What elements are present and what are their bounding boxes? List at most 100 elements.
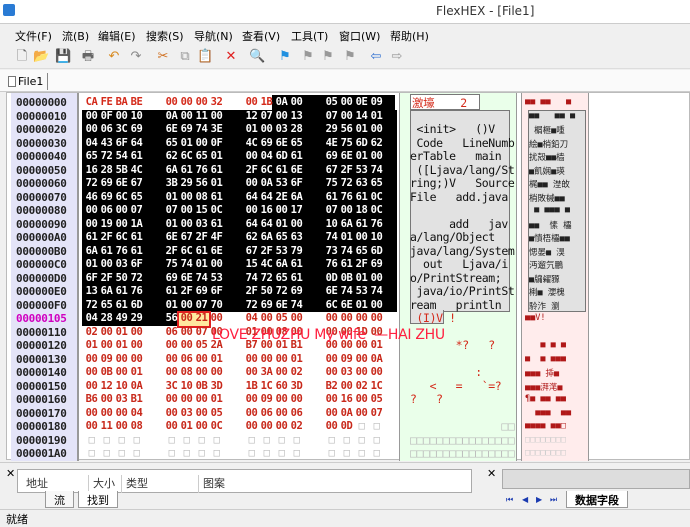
hex-byte[interactable]: 00 <box>259 123 274 135</box>
hex-byte[interactable]: 65 <box>129 191 144 203</box>
hex-byte[interactable]: 1C <box>259 380 274 392</box>
hex-byte[interactable]: 00 <box>369 123 384 135</box>
hex-byte[interactable]: 6A <box>259 231 274 243</box>
hex-byte[interactable]: 01 <box>369 110 384 122</box>
hex-byte[interactable]: 00 <box>99 258 114 270</box>
hex-byte[interactable]: 00 <box>209 312 224 324</box>
hex-byte[interactable]: 76 <box>194 164 209 176</box>
tab-stream[interactable]: 流 <box>45 491 74 508</box>
hex-byte[interactable]: 00 <box>179 204 194 216</box>
hex-byte[interactable]: 08 <box>179 366 194 378</box>
hex-byte[interactable]: 0E <box>354 96 369 108</box>
hex-byte[interactable]: 67 <box>129 177 144 189</box>
hex-byte[interactable]: □ <box>354 447 369 459</box>
hex-byte[interactable]: 01 <box>274 339 289 351</box>
hex-byte[interactable]: 72 <box>84 177 99 189</box>
hex-byte[interactable]: 69 <box>259 299 274 311</box>
forward-arrow-icon[interactable]: ⇨ <box>389 49 405 65</box>
hex-byte[interactable]: 06 <box>289 407 304 419</box>
hex-byte[interactable]: 02 <box>354 380 369 392</box>
hex-byte[interactable]: 74 <box>194 123 209 135</box>
hex-byte[interactable]: 60 <box>274 380 289 392</box>
hex-byte[interactable]: 11 <box>194 110 209 122</box>
hex-byte[interactable]: 00 <box>259 339 274 351</box>
hex-byte[interactable]: 01 <box>354 299 369 311</box>
hex-byte[interactable]: 2F <box>354 258 369 270</box>
hex-byte[interactable]: 00 <box>209 326 224 338</box>
hex-byte[interactable]: 00 <box>259 420 274 432</box>
hex-byte[interactable]: 49 <box>114 312 129 324</box>
hex-byte[interactable]: 2F <box>164 245 179 257</box>
new-file-icon[interactable]: 🗋 <box>14 49 30 65</box>
hex-byte[interactable]: 3C <box>164 380 179 392</box>
hex-byte[interactable]: 00 <box>339 110 354 122</box>
hex-byte[interactable]: 01 <box>164 299 179 311</box>
hex-byte[interactable]: 09 <box>99 353 114 365</box>
hex-byte[interactable]: □ <box>324 434 339 446</box>
hex-byte[interactable]: 75 <box>339 137 354 149</box>
hex-byte[interactable]: 0D <box>324 272 339 284</box>
hex-byte[interactable]: 03 <box>179 407 194 419</box>
hex-byte[interactable]: 00 <box>114 110 129 122</box>
hex-byte[interactable]: 00 <box>194 393 209 405</box>
hex-byte[interactable]: 00 <box>274 407 289 419</box>
hex-byte[interactable]: 00 <box>354 231 369 243</box>
find-icon[interactable]: 🔍 <box>249 49 265 65</box>
hex-byte[interactable]: 00 <box>324 353 339 365</box>
hex-byte[interactable]: 08 <box>274 326 289 338</box>
hex-byte[interactable]: 02 <box>289 366 304 378</box>
hex-byte[interactable]: 6E <box>274 299 289 311</box>
hex-byte[interactable]: 00 <box>274 420 289 432</box>
hex-byte[interactable]: 2F <box>244 164 259 176</box>
hex-byte[interactable]: 00 <box>244 204 259 216</box>
hex-byte[interactable]: 00 <box>354 393 369 405</box>
hex-byte[interactable]: 00 <box>339 96 354 108</box>
hex-byte[interactable]: 02 <box>84 326 99 338</box>
hex-byte[interactable]: 2F <box>259 245 274 257</box>
hex-byte[interactable]: 3A <box>259 366 274 378</box>
hex-byte[interactable]: 00 <box>259 326 274 338</box>
hex-byte[interactable]: 4E <box>324 137 339 149</box>
hex-byte[interactable]: □ <box>129 447 144 459</box>
hex-byte[interactable]: 05 <box>209 407 224 419</box>
hex-byte[interactable]: 75 <box>164 258 179 270</box>
hex-byte[interactable]: 6E <box>289 164 304 176</box>
hex-byte[interactable]: 65 <box>369 177 384 189</box>
hex-byte[interactable]: 46 <box>84 191 99 203</box>
hex-byte[interactable]: 00 <box>164 393 179 405</box>
hex-byte[interactable]: 08 <box>194 191 209 203</box>
hex-byte[interactable]: 00 <box>369 272 384 284</box>
hex-byte[interactable]: 00 <box>99 326 114 338</box>
hex-byte[interactable]: 00 <box>164 339 179 351</box>
hex-byte[interactable]: 3D <box>289 380 304 392</box>
hex-byte[interactable]: 00 <box>259 312 274 324</box>
hex-byte[interactable]: 04 <box>84 137 99 149</box>
hex-byte[interactable]: 00 <box>179 339 194 351</box>
hex-byte[interactable]: B1 <box>289 339 304 351</box>
hex-byte[interactable]: 2F <box>99 272 114 284</box>
hex-byte[interactable]: 00 <box>84 407 99 419</box>
hex-byte[interactable]: 00 <box>164 96 179 108</box>
print-icon[interactable]: 🖶 <box>80 49 96 65</box>
hex-byte[interactable]: 16 <box>339 393 354 405</box>
hex-byte[interactable]: 13 <box>289 110 304 122</box>
hex-byte[interactable]: 61 <box>274 164 289 176</box>
hex-byte[interactable]: □ <box>244 434 259 446</box>
hex-byte[interactable]: 69 <box>289 285 304 297</box>
hex-byte[interactable]: 69 <box>179 123 194 135</box>
hex-byte[interactable]: 00 <box>164 407 179 419</box>
redo-icon[interactable]: ↷ <box>128 49 144 65</box>
hex-byte[interactable]: 6A <box>99 285 114 297</box>
menu-item[interactable]: 窗口(W) <box>339 28 380 44</box>
hex-byte[interactable]: 61 <box>99 245 114 257</box>
hex-byte[interactable]: 00 <box>194 366 209 378</box>
hex-byte[interactable]: 61 <box>289 258 304 270</box>
hex-byte[interactable]: 07 <box>259 110 274 122</box>
hex-byte[interactable]: 05 <box>324 96 339 108</box>
hex-editor[interactable]: 00000000 00000010 00000020 00000030 00000040… <box>6 92 690 461</box>
menu-item[interactable]: 文件(F) <box>15 28 52 44</box>
hex-byte[interactable]: □ <box>84 434 99 446</box>
hex-byte[interactable]: 06 <box>259 407 274 419</box>
hex-byte[interactable]: 2E <box>274 191 289 203</box>
hex-byte[interactable]: 00 <box>354 407 369 419</box>
